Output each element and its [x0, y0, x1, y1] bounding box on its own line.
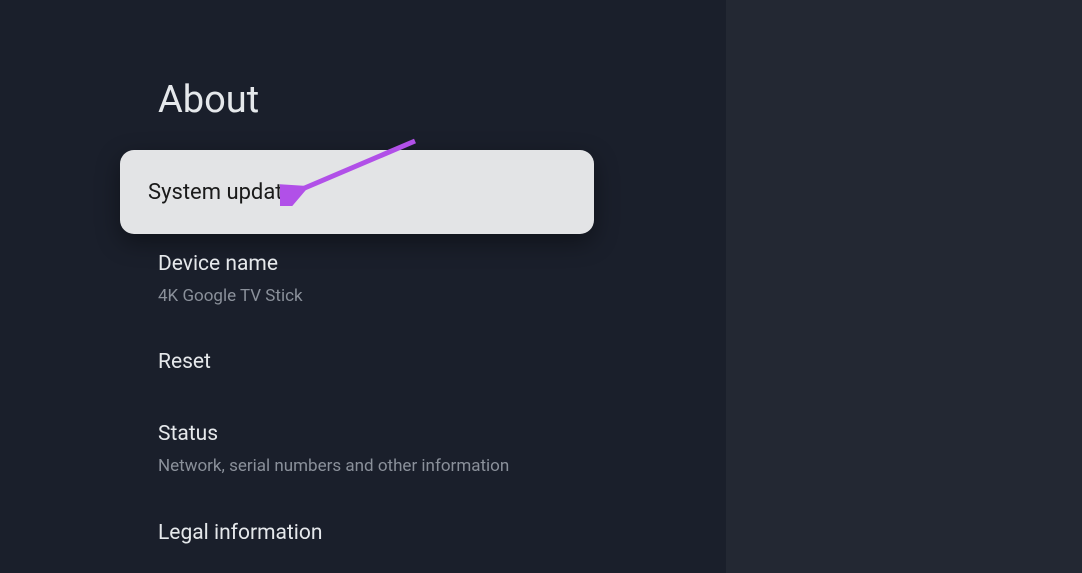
page-title: About — [158, 78, 259, 122]
menu-item-label: System update — [148, 180, 294, 205]
menu-item-system-update[interactable]: System update — [120, 150, 594, 234]
side-panel — [726, 0, 1082, 573]
menu-item-label: Reset — [158, 350, 598, 374]
menu-item-label: Device name — [158, 252, 598, 276]
menu-item-sublabel: Network, serial numbers and other inform… — [158, 456, 598, 476]
menu-item-device-name[interactable]: Device name 4K Google TV Stick — [158, 252, 598, 306]
menu-item-status[interactable]: Status Network, serial numbers and other… — [158, 422, 598, 476]
menu-item-reset[interactable]: Reset — [158, 350, 598, 374]
menu-item-legal-information[interactable]: Legal information — [158, 521, 598, 545]
main-panel: About System update Device name 4K Googl… — [0, 0, 726, 573]
menu-item-label: Legal information — [158, 521, 598, 545]
menu-item-label: Status — [158, 422, 598, 446]
menu-item-value: 4K Google TV Stick — [158, 286, 598, 306]
